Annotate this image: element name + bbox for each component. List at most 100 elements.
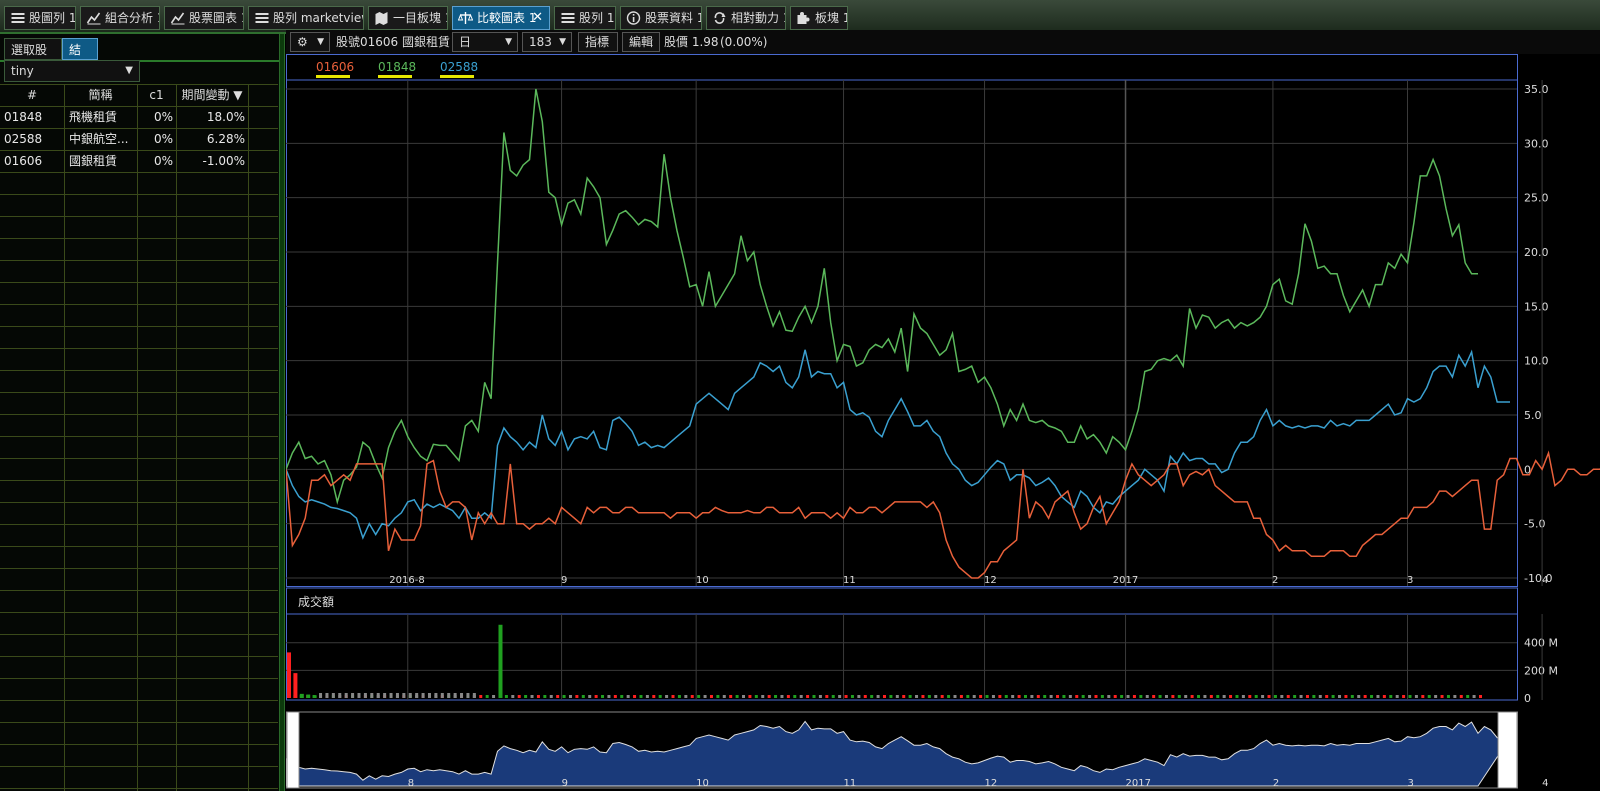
volume-bar [1350,695,1354,698]
volume-bar [626,695,630,698]
volume-bar [1216,695,1220,698]
table-cell[interactable]: -1.00% [176,150,245,172]
volume-bar [440,693,444,698]
column-header[interactable]: 簡稱 [64,84,137,106]
volume-bar [735,695,739,698]
series-line-02588[interactable] [286,349,1510,540]
column-header[interactable]: # [0,84,64,106]
legend-label[interactable]: 01848 [378,60,416,74]
table-cell[interactable]: 中銀航空... [69,128,137,150]
tab-10[interactable]: 板塊 1 [790,6,848,30]
tab-label: 組合分析 1 [105,11,160,25]
volume-bar [402,693,406,698]
volume-bar [1145,695,1149,698]
volume-bar [652,695,656,698]
table-cell[interactable]: 02588 [4,128,64,150]
volume-bar [357,693,361,698]
volume-bar [1370,695,1374,698]
tab-label: 股圖列 1 [29,11,76,25]
volume-bar [1023,695,1027,698]
table-cell[interactable]: 0% [137,150,173,172]
volume-bar [857,695,861,698]
tab-label: 股票資料 1 [645,11,702,25]
volume-bar [530,695,534,698]
gear-icon: ⚙ [297,35,308,49]
volume-bar [344,693,348,698]
tab-label: 一目板塊 1 [393,11,448,25]
table-cell[interactable]: 01848 [4,106,64,128]
tab-7[interactable]: 股列 1 [554,6,616,30]
navigator-handle-right[interactable] [1497,711,1518,789]
volume-bar [850,695,854,698]
table-cell[interactable]: 飛機租賃 [69,106,137,128]
table-cell[interactable]: 0% [137,128,173,150]
tab-6[interactable]: 比較圖表 1 ✕ [452,6,550,30]
y-tick-label: 15.0 [1524,300,1549,313]
table-cell[interactable]: 01606 [4,150,64,172]
table-cell[interactable]: 國銀租賃 [69,150,137,172]
volume-bar [466,693,470,698]
volume-bar [1312,695,1316,698]
list-dropdown[interactable]: tiny ▼ [4,60,140,82]
tab-2[interactable]: 組合分析 1 [80,6,160,30]
chevron-down-icon: ▼ [505,37,512,47]
volume-bar [908,695,912,698]
volume-bar [1164,695,1168,698]
volume-bar [536,695,540,698]
volume-bar [1229,695,1233,698]
close-icon[interactable]: ✕ [532,7,543,29]
y-tick-label: 35.0 [1524,83,1549,96]
volume-bar [607,695,611,698]
navigator-tick-label: 3 [1408,778,1414,789]
column-header[interactable]: c1 [137,84,176,106]
volume-bar [883,695,886,698]
navigator-tick-label: 11 [844,778,857,789]
tab-select-stock[interactable]: 選取股號 [4,38,62,79]
edit-button[interactable]: 編輯 [622,32,660,52]
volume-bar [658,695,662,698]
tab-1[interactable]: 股圖列 1 [4,6,76,30]
column-header[interactable]: 期間變動 ▼ [176,84,248,106]
volume-bar [1248,695,1252,698]
volume-bar [671,695,675,698]
volume-bar [421,693,425,698]
y-tick-label: 30.0 [1524,137,1549,150]
volume-bar [1062,695,1066,698]
tab-9[interactable]: 相對動力 1 [706,6,786,30]
tab-result[interactable]: 結果 [62,38,98,79]
volume-bar [1395,695,1399,698]
volume-bar [998,695,1002,698]
volume-bar [831,695,835,698]
comparison-chart[interactable]: 01606 01848 02588 35.0 30.0 25.0 20.0 15.0 10.0 5… [286,54,1600,791]
volume-bar [588,695,592,698]
volume-bar [1043,695,1047,698]
legend-underline [378,75,412,78]
series-line-01606[interactable] [286,450,1600,579]
volume-bar [767,695,771,698]
info-icon [626,11,641,25]
indicator-button[interactable]: 指標 [578,32,618,52]
volume-label: 成交額 [298,594,334,609]
series-line-01848[interactable] [286,88,1478,505]
navigator-handle-left[interactable] [286,711,300,789]
legend-label[interactable]: 02588 [440,60,478,74]
settings-button[interactable]: ⚙ ▼ [290,32,330,52]
tab-5[interactable]: 一目板塊 1 [368,6,448,30]
tab-3[interactable]: 股票圖表 1 [164,6,244,30]
volume-bar [844,695,848,698]
legend-label[interactable]: 01606 [316,60,354,74]
panel-splitter[interactable] [279,34,285,791]
volume-bar [645,695,649,698]
count-select[interactable]: 183 ▼ [522,32,572,52]
volume-bar [1305,695,1309,698]
volume-bar [972,695,976,698]
table-cell[interactable]: 18.0% [176,106,245,128]
table-cell[interactable]: 0% [137,106,173,128]
grid-column-line [137,84,138,791]
volume-bar [351,693,355,698]
tab-8[interactable]: 股票資料 1 [620,6,702,30]
period-select[interactable]: 日 ▼ [452,32,518,52]
volume-bar [953,695,957,698]
table-cell[interactable]: 6.28% [176,128,245,150]
tab-4[interactable]: 股列 marketview [248,6,364,30]
